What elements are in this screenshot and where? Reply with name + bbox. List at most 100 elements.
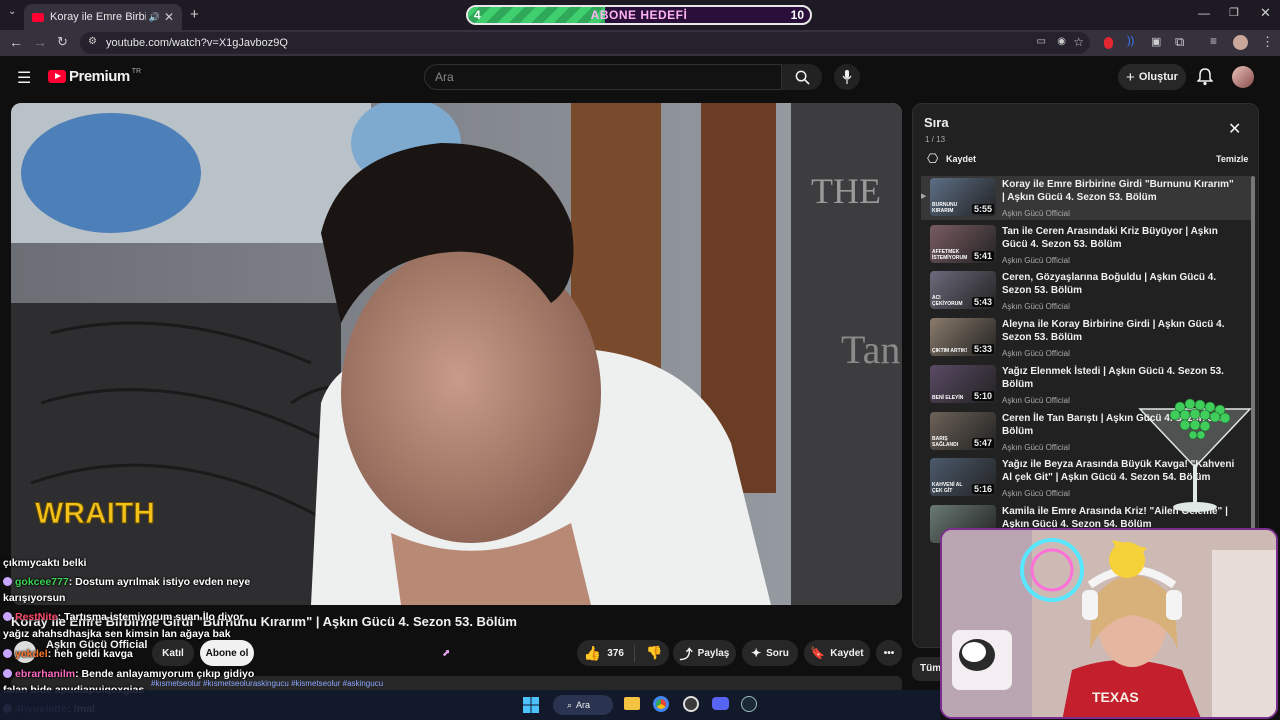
subscribe-button[interactable]: Abone ol (200, 640, 254, 666)
search-placeholder: Ara (435, 70, 454, 84)
chat-message: gokcee777: Dostum ayrılmak istiyo evden … (3, 576, 250, 588)
tab-search-icon[interactable]: ⌄ (8, 6, 16, 17)
logo-region: TR (131, 68, 142, 75)
browser-tab[interactable]: Koray ile Emre Birbirine Girdi "Burnunu … (24, 4, 182, 30)
chat-username[interactable]: yekdel (15, 648, 48, 660)
extensions-puzzle-icon[interactable]: ⧉ (1175, 34, 1184, 50)
martini-glass-overlay (1138, 398, 1252, 512)
thumbs-up-icon: 👍 (583, 644, 602, 661)
bookmark-star-icon[interactable]: ☆ (1073, 35, 1084, 49)
search-icon (795, 70, 810, 85)
taskbar-search-icon: ⌕ (567, 699, 573, 710)
queue-item-thumbnail[interactable]: KAHVENİ AL ÇEK GİT 5:16 (930, 458, 996, 497)
profile-avatar-icon[interactable] (1233, 35, 1248, 50)
cast-icon[interactable]: ▭ (1037, 36, 1046, 47)
queue-save-icon[interactable]: ⎔ (927, 151, 938, 167)
queue-item-channel: Aşkın Gücü Official (1002, 395, 1070, 405)
create-label: Oluştur (1138, 71, 1178, 83)
queue-item[interactable]: AFFETMEK İSTEMİYORUM 5:41 Tan ile Ceren Ar… (921, 223, 1251, 267)
more-horizontal-icon: ••• (883, 647, 895, 659)
minimize-icon[interactable]: — (1198, 6, 1210, 20)
address-bar[interactable]: ⚙ youtube.com/watch?v=X1gJavboz9Q ▭ ◉ ☆ (80, 32, 1090, 54)
browser-toolbar: ← → ↻ ⚙ youtube.com/watch?v=X1gJavboz9Q … (0, 30, 1280, 56)
voice-search-button[interactable] (834, 64, 860, 90)
back-icon[interactable]: ← (9, 34, 23, 50)
queue-item[interactable]: ACI ÇEKİYORUM 5:43 Ceren, Gözyaşlarına Boğ… (921, 269, 1251, 313)
new-tab-icon[interactable]: + (190, 6, 199, 23)
search-button[interactable] (782, 64, 822, 90)
share-label: Paylaş (697, 647, 730, 659)
reading-list-icon[interactable]: ≡ (1210, 34, 1217, 48)
youtube-premium-logo[interactable]: Premium TR (48, 68, 141, 85)
queue-item-channel: Aşkın Gücü Official (1002, 442, 1070, 452)
account-avatar[interactable] (1232, 66, 1254, 88)
eye-off-icon[interactable]: ◉ (1057, 36, 1066, 47)
join-button[interactable]: Katıl (152, 640, 194, 666)
video-frame: THE Tan WRAITH (11, 103, 902, 605)
queue-item-channel: Aşkın Gücü Official (1002, 349, 1070, 359)
goal-target: 10 (790, 8, 804, 22)
chrome-taskbar-icon[interactable] (653, 696, 669, 712)
thumbs-down-icon[interactable]: 👎 (640, 645, 662, 661)
chat-username[interactable]: gokcee777 (15, 576, 69, 588)
queue-item[interactable]: ▶ BURNUNU KIRARIM 5:55 Koray ile Emre Birbi… (921, 176, 1251, 220)
chat-username[interactable]: RestNite (15, 611, 58, 623)
video-player[interactable]: THE Tan WRAITH (11, 103, 902, 605)
reload-icon[interactable]: ↻ (57, 34, 68, 50)
queue-item-thumbnail[interactable]: BENİ ELEYİN 5:10 (930, 364, 996, 403)
extension-mask-icon[interactable]: ▣ (1151, 35, 1161, 48)
queue-item-thumbnail[interactable]: BURNUNU KIRARIM 5:55 (930, 178, 996, 216)
queue-item-thumbnail[interactable]: AFFETMEK İSTEMİYORUM 5:41 (930, 224, 996, 263)
windows-start-icon[interactable] (523, 697, 539, 713)
url-text: youtube.com/watch?v=X1gJavboz9Q (106, 37, 288, 49)
queue-clear-button[interactable]: Temizle (1216, 154, 1248, 164)
save-video-button[interactable]: 🔖 Kaydet (804, 640, 870, 666)
queue-item-thumbnail[interactable]: ÇIKTIM ARTIK! 5:33 (930, 318, 996, 357)
file-explorer-icon[interactable] (624, 697, 640, 710)
thumbnail-caption: AFFETMEK İSTEMİYORUM (932, 248, 968, 261)
queue-item-duration: 5:41 (971, 250, 994, 261)
browser-menu-icon[interactable]: ⋮ (1261, 34, 1274, 50)
thumbnail-caption: BENİ ELEYİN (932, 394, 964, 401)
channel-watermark: WRAITH (35, 497, 155, 530)
chat-badge-icon (3, 649, 12, 658)
chat-text: : Tartışma istemiyorum şuan İlo diyor (57, 611, 244, 623)
window-close-icon[interactable]: ✕ (1260, 5, 1271, 21)
chat-username[interactable]: ebrarhanilm (15, 668, 75, 680)
site-info-icon[interactable]: ⚙ (88, 36, 97, 47)
queue-item-channel: Aşkın Gücü Official (1002, 255, 1070, 265)
logo-text: Premium (69, 68, 130, 85)
obs-icon[interactable] (683, 696, 699, 712)
extension-audio-icon[interactable]: )) (1127, 35, 1134, 47)
share-button[interactable]: ⤴ Paylaş (673, 640, 736, 666)
queue-item-thumbnail[interactable]: ACI ÇEKİYORUM 5:43 (930, 271, 996, 310)
speaker-icon[interactable]: 🔊 (149, 12, 160, 23)
youtube-play-logo-icon (48, 70, 66, 83)
forward-icon[interactable]: → (33, 34, 47, 50)
steam-icon[interactable] (741, 696, 757, 712)
more-actions-button[interactable]: ••• (876, 640, 902, 666)
queue-save-button[interactable]: Kaydet (946, 154, 976, 164)
extension-red-icon[interactable] (1104, 37, 1113, 49)
tab-close-icon[interactable]: ✕ (164, 10, 174, 24)
goal-label: ABONE HEDEFİ (590, 8, 688, 22)
search-input[interactable]: Ara (424, 64, 782, 90)
subscriber-goal-bar: 4 ABONE HEDEFİ 10 (466, 5, 812, 25)
queue-item-title: Yağız Elenmek İstedi | Aşkın Gücü 4. Sez… (1002, 365, 1224, 390)
restore-icon[interactable]: ❐ (1229, 6, 1239, 19)
thumbnail-caption: ACI ÇEKİYORUM (932, 295, 963, 308)
notifications-bell-icon[interactable] (1197, 68, 1213, 86)
subscribe-label: Abone ol (205, 647, 249, 659)
queue-close-icon[interactable]: ✕ (1228, 119, 1241, 139)
discord-icon[interactable] (712, 697, 729, 710)
plus-icon: + (1126, 68, 1135, 86)
queue-item-thumbnail[interactable]: BARIŞ SAĞLANDI 5:47 (930, 411, 996, 450)
queue-item[interactable]: ÇIKTIM ARTIK! 5:33 Aleyna ile Koray Birbir… (921, 316, 1251, 360)
filter-chip-label: Tüm (920, 663, 942, 674)
ask-button[interactable]: ✦ Soru (742, 640, 798, 666)
hamburger-menu-icon[interactable]: ☰ (17, 68, 31, 88)
taskbar-search[interactable]: ⌕ Ara (553, 695, 613, 715)
create-button[interactable]: + Oluştur (1118, 64, 1186, 90)
chat-badge-icon (3, 577, 12, 586)
like-button[interactable]: 👍 376 (583, 644, 635, 662)
